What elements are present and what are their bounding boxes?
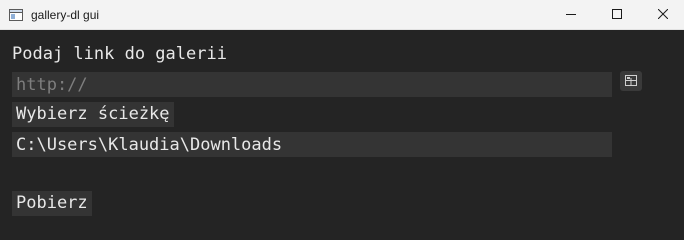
minimize-icon xyxy=(566,6,576,24)
download-button[interactable]: Pobierz xyxy=(12,191,92,216)
window-app-icon xyxy=(9,8,23,21)
close-button[interactable] xyxy=(640,0,684,29)
minimize-button[interactable] xyxy=(548,0,594,29)
gallery-link-input[interactable] xyxy=(12,72,612,97)
maximize-button[interactable] xyxy=(594,0,640,29)
paste-icon xyxy=(625,71,637,91)
download-path-field[interactable] xyxy=(12,132,612,157)
window-title: gallery-dl gui xyxy=(31,8,100,22)
link-label: Podaj link do galerii xyxy=(12,44,227,64)
maximize-icon xyxy=(612,6,622,24)
app-window: gallery-dl gui Podaj link do galerii htt… xyxy=(0,0,684,240)
main-content: Podaj link do galerii Wybierz ścieżkę Po… xyxy=(0,30,684,240)
paste-button[interactable] xyxy=(620,71,642,91)
title-bar[interactable]: gallery-dl gui xyxy=(0,0,684,30)
choose-path-button[interactable]: Wybierz ścieżkę xyxy=(12,102,174,127)
close-icon xyxy=(657,6,669,24)
